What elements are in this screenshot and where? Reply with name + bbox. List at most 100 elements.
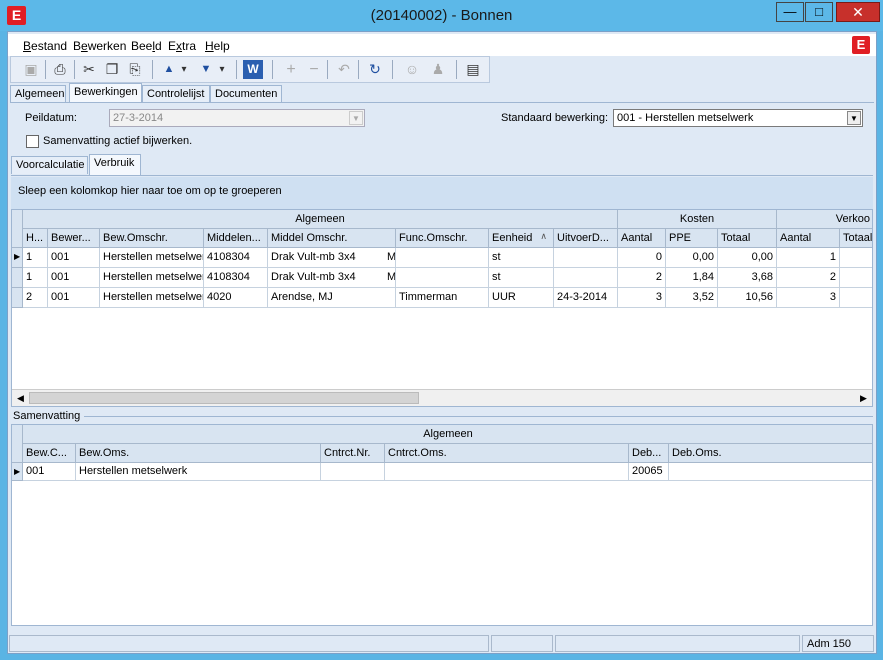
move-down-icon[interactable]: ▼ [195, 59, 217, 80]
group-by-area[interactable]: Sleep een kolomkop hier naar toe om op t… [11, 177, 873, 209]
col-header-kosten-aantal[interactable]: Aantal [618, 229, 666, 248]
user-icon[interactable]: ♟ [427, 59, 449, 80]
col-header-deb[interactable]: Deb... [629, 444, 669, 463]
col-header-middel-omschr[interactable]: Middel Omschr. [268, 229, 396, 248]
table-cell[interactable]: Herstellen metselwer [100, 268, 204, 288]
tab-bewerkingen[interactable]: Bewerkingen [69, 83, 142, 102]
table-cell[interactable] [840, 268, 872, 288]
table-cell[interactable]: st [489, 268, 554, 288]
scroll-left-icon[interactable]: ◀ [12, 390, 29, 406]
minimize-button[interactable]: — [776, 2, 804, 22]
menu-bestand[interactable]: Bestand [23, 39, 67, 53]
layout-icon[interactable]: ▤ [462, 59, 484, 80]
table-cell[interactable]: Herstellen metselwer [100, 288, 204, 308]
table-cell[interactable]: 24-3-2014 [554, 288, 618, 308]
table-cell[interactable]: 0,00 [666, 248, 718, 268]
col-header-deb-oms[interactable]: Deb.Oms. [669, 444, 872, 463]
table-cell[interactable]: 2 [23, 288, 48, 308]
table-cell[interactable] [554, 248, 618, 268]
chevron-down-icon[interactable]: ▾ [177, 59, 191, 80]
chevron-down-icon[interactable]: ▾ [215, 59, 229, 80]
print-icon[interactable]: ⎙ [49, 59, 71, 80]
table-cell[interactable]: 0 [618, 248, 666, 268]
user-group-icon[interactable]: ☺ [401, 59, 423, 80]
table-cell[interactable] [554, 268, 618, 288]
table-cell[interactable]: Drak Vult-mb 3x4 M [268, 268, 396, 288]
table-cell[interactable]: Herstellen metselwer [100, 248, 204, 268]
undo-icon[interactable]: ↶ [333, 59, 355, 80]
remove-icon[interactable]: − [303, 59, 325, 80]
col-header-kosten-totaal[interactable]: Totaal [718, 229, 777, 248]
horizontal-scrollbar[interactable]: ◀ ▶ [12, 389, 872, 406]
col-header-verkoop-totaal[interactable]: Totaal [840, 229, 872, 248]
table-cell[interactable] [840, 288, 872, 308]
table-cell[interactable] [669, 463, 872, 481]
add-icon[interactable]: + [280, 59, 302, 80]
table-cell[interactable]: 3,52 [666, 288, 718, 308]
table-cell[interactable] [396, 248, 489, 268]
table-cell[interactable]: Timmerman [396, 288, 489, 308]
menu-extra[interactable]: Extra [168, 39, 196, 53]
col-header-bew-code[interactable]: Bew.C... [23, 444, 76, 463]
copy-icon[interactable]: ❐ [101, 59, 123, 80]
table-cell[interactable]: 001 [48, 288, 100, 308]
table-cell[interactable] [321, 463, 385, 481]
col-header-eenheid[interactable]: Eenheid ∧ [489, 229, 554, 248]
table-cell[interactable]: 4108304 [204, 248, 268, 268]
table-cell[interactable] [396, 268, 489, 288]
col-header-h[interactable]: H... [23, 229, 48, 248]
table-cell[interactable]: 3 [618, 288, 666, 308]
col-header-cntrct-oms[interactable]: Cntrct.Oms. [385, 444, 629, 463]
menu-bewerken[interactable]: Bewerken [73, 39, 126, 53]
table-cell[interactable]: 1,84 [666, 268, 718, 288]
col-header-verkoop-aantal[interactable]: Aantal [777, 229, 840, 248]
table-cell[interactable]: Arendse, MJ [268, 288, 396, 308]
close-button[interactable]: ✕ [836, 2, 880, 22]
save-icon[interactable]: ▣ [20, 59, 42, 80]
table-cell[interactable]: 001 [23, 463, 76, 481]
col-header-cntrct-nr[interactable]: Cntrct.Nr. [321, 444, 385, 463]
table-cell[interactable]: 3,68 [718, 268, 777, 288]
table-cell[interactable]: 2 [618, 268, 666, 288]
table-cell[interactable]: 4108304 [204, 268, 268, 288]
word-icon[interactable]: W [243, 60, 263, 79]
peildatum-field[interactable]: 27-3-2014 ▼ [109, 109, 365, 127]
table-cell[interactable]: 1 [23, 268, 48, 288]
refresh-icon[interactable]: ↻ [364, 59, 386, 80]
tab-documenten[interactable]: Documenten [210, 85, 282, 102]
chevron-down-icon[interactable]: ▼ [847, 111, 861, 125]
col-header-uitvoerdatum[interactable]: UitvoerD... [554, 229, 618, 248]
col-header-func-omschr[interactable]: Func.Omschr. [396, 229, 489, 248]
table-cell[interactable]: st [489, 248, 554, 268]
table-cell[interactable]: 4020 [204, 288, 268, 308]
scrollbar-thumb[interactable] [29, 392, 419, 404]
table-cell[interactable]: Drak Vult-mb 3x4 M [268, 248, 396, 268]
col-header-ppe[interactable]: PPE [666, 229, 718, 248]
table-cell[interactable]: Herstellen metselwerk [76, 463, 321, 481]
tab-verbruik[interactable]: Verbruik [89, 154, 141, 175]
tab-algemeen[interactable]: Algemeen [10, 85, 66, 102]
standaard-bewerking-select[interactable]: 001 - Herstellen metselwerk ▼ [613, 109, 863, 127]
tab-controlelijst[interactable]: Controlelijst [142, 85, 210, 102]
table-cell[interactable]: 0,00 [718, 248, 777, 268]
table-cell[interactable]: 1 [777, 248, 840, 268]
col-header-bewerking[interactable]: Bewer... [48, 229, 100, 248]
table-cell[interactable]: 001 [48, 268, 100, 288]
table-cell[interactable]: 001 [48, 248, 100, 268]
table-cell[interactable]: 1 [23, 248, 48, 268]
menu-help[interactable]: Help [205, 39, 230, 53]
table-cell[interactable]: UUR [489, 288, 554, 308]
tab-voorcalculatie[interactable]: Voorcalculatie [11, 156, 88, 174]
menu-beeld[interactable]: Beeld [131, 39, 162, 53]
paste-icon[interactable]: ⎘ [124, 59, 146, 80]
scroll-right-icon[interactable]: ▶ [855, 390, 872, 406]
table-cell[interactable]: 3 [777, 288, 840, 308]
table-cell[interactable]: 2 [777, 268, 840, 288]
col-header-bew-oms[interactable]: Bew.Oms. [76, 444, 321, 463]
col-header-middelen[interactable]: Middelen... [204, 229, 268, 248]
col-header-bew-omschr[interactable]: Bew.Omschr. [100, 229, 204, 248]
table-cell[interactable] [840, 248, 872, 268]
table-cell[interactable]: 20065 [629, 463, 669, 481]
table-cell[interactable]: 10,56 [718, 288, 777, 308]
cut-icon[interactable]: ✂ [78, 59, 100, 80]
